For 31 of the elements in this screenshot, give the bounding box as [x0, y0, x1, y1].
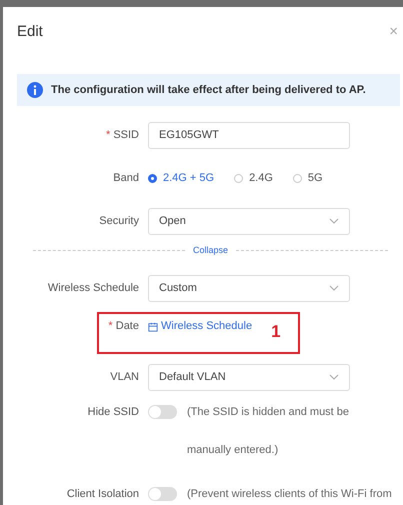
dialog-title: Edit — [17, 22, 43, 40]
chevron-icon — [329, 374, 339, 380]
schedule-select[interactable]: Custom — [148, 274, 350, 302]
required-mark: * — [106, 129, 110, 141]
info-icon — [27, 82, 43, 98]
calendar-icon — [148, 322, 158, 332]
field-label: Hide SSID — [86, 406, 139, 418]
collapse-link[interactable]: Collapse — [192, 245, 228, 255]
chevron-icon — [329, 218, 339, 224]
field-label: Client Isolation — [66, 488, 139, 500]
toggle-note: (The SSID is hidden and must be manually entered.) — [187, 405, 350, 458]
toggle-switch[interactable] — [148, 405, 177, 419]
toggle-note: (Prevent wireless clients of this Wi-Fi from — [187, 487, 392, 502]
required-mark: * — [108, 320, 113, 332]
field-label: Wireless Schedule — [46, 282, 139, 294]
ssid-field[interactable]: EG105GWT — [148, 122, 350, 148]
field-label: Security — [98, 215, 139, 227]
radio-option[interactable]: 5G — [292, 172, 323, 184]
schedule-link[interactable]: Wireless Schedule — [161, 320, 252, 332]
field-label: Date — [116, 320, 139, 332]
toggle-switch[interactable] — [148, 487, 177, 501]
radio-option[interactable]: 2.4G + 5G — [148, 172, 214, 184]
security-select[interactable]: Open — [148, 208, 350, 234]
vlan-select[interactable]: Default VLAN — [148, 364, 350, 390]
field-label: SSID — [113, 129, 139, 141]
chevron-icon — [329, 285, 339, 291]
annotation-number: 1 — [271, 322, 281, 342]
banner-text: The configuration will take effect after being delivered to AP. — [51, 84, 366, 96]
field-label: Band — [112, 172, 139, 184]
field-label: VLAN — [109, 371, 139, 383]
radio-option[interactable]: 2.4G — [234, 172, 273, 184]
